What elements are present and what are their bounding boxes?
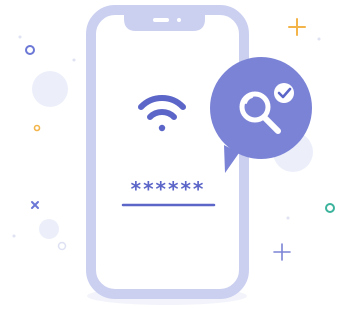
ring-sparkle-icon [25,45,35,55]
password-mask-text: ****** [131,177,206,201]
ring-sparkle-icon [325,203,335,213]
dot-sparkle-icon [72,58,76,62]
ring-sparkle-icon [33,124,41,132]
illustration-canvas: ****** [12,5,335,305]
password-illustration: ****** [0,0,338,323]
phone-body [86,5,249,299]
phone-speaker [153,18,169,22]
speech-bubble-body [210,57,312,159]
background-bubble-small [39,219,59,239]
ring-sparkle-icon [57,241,67,251]
phone [86,5,249,299]
plus-sparkle-icon [273,243,291,261]
dot-sparkle-icon [18,35,22,39]
background-bubble-large [32,71,68,107]
check-icon [274,83,294,103]
cross-sparkle-icon [31,201,39,209]
phone-camera [177,18,181,22]
plus-sparkle-icon [288,18,306,36]
dot-sparkle-icon [286,216,290,220]
dot-sparkle-icon [317,37,321,41]
dot-sparkle-icon [12,234,16,238]
